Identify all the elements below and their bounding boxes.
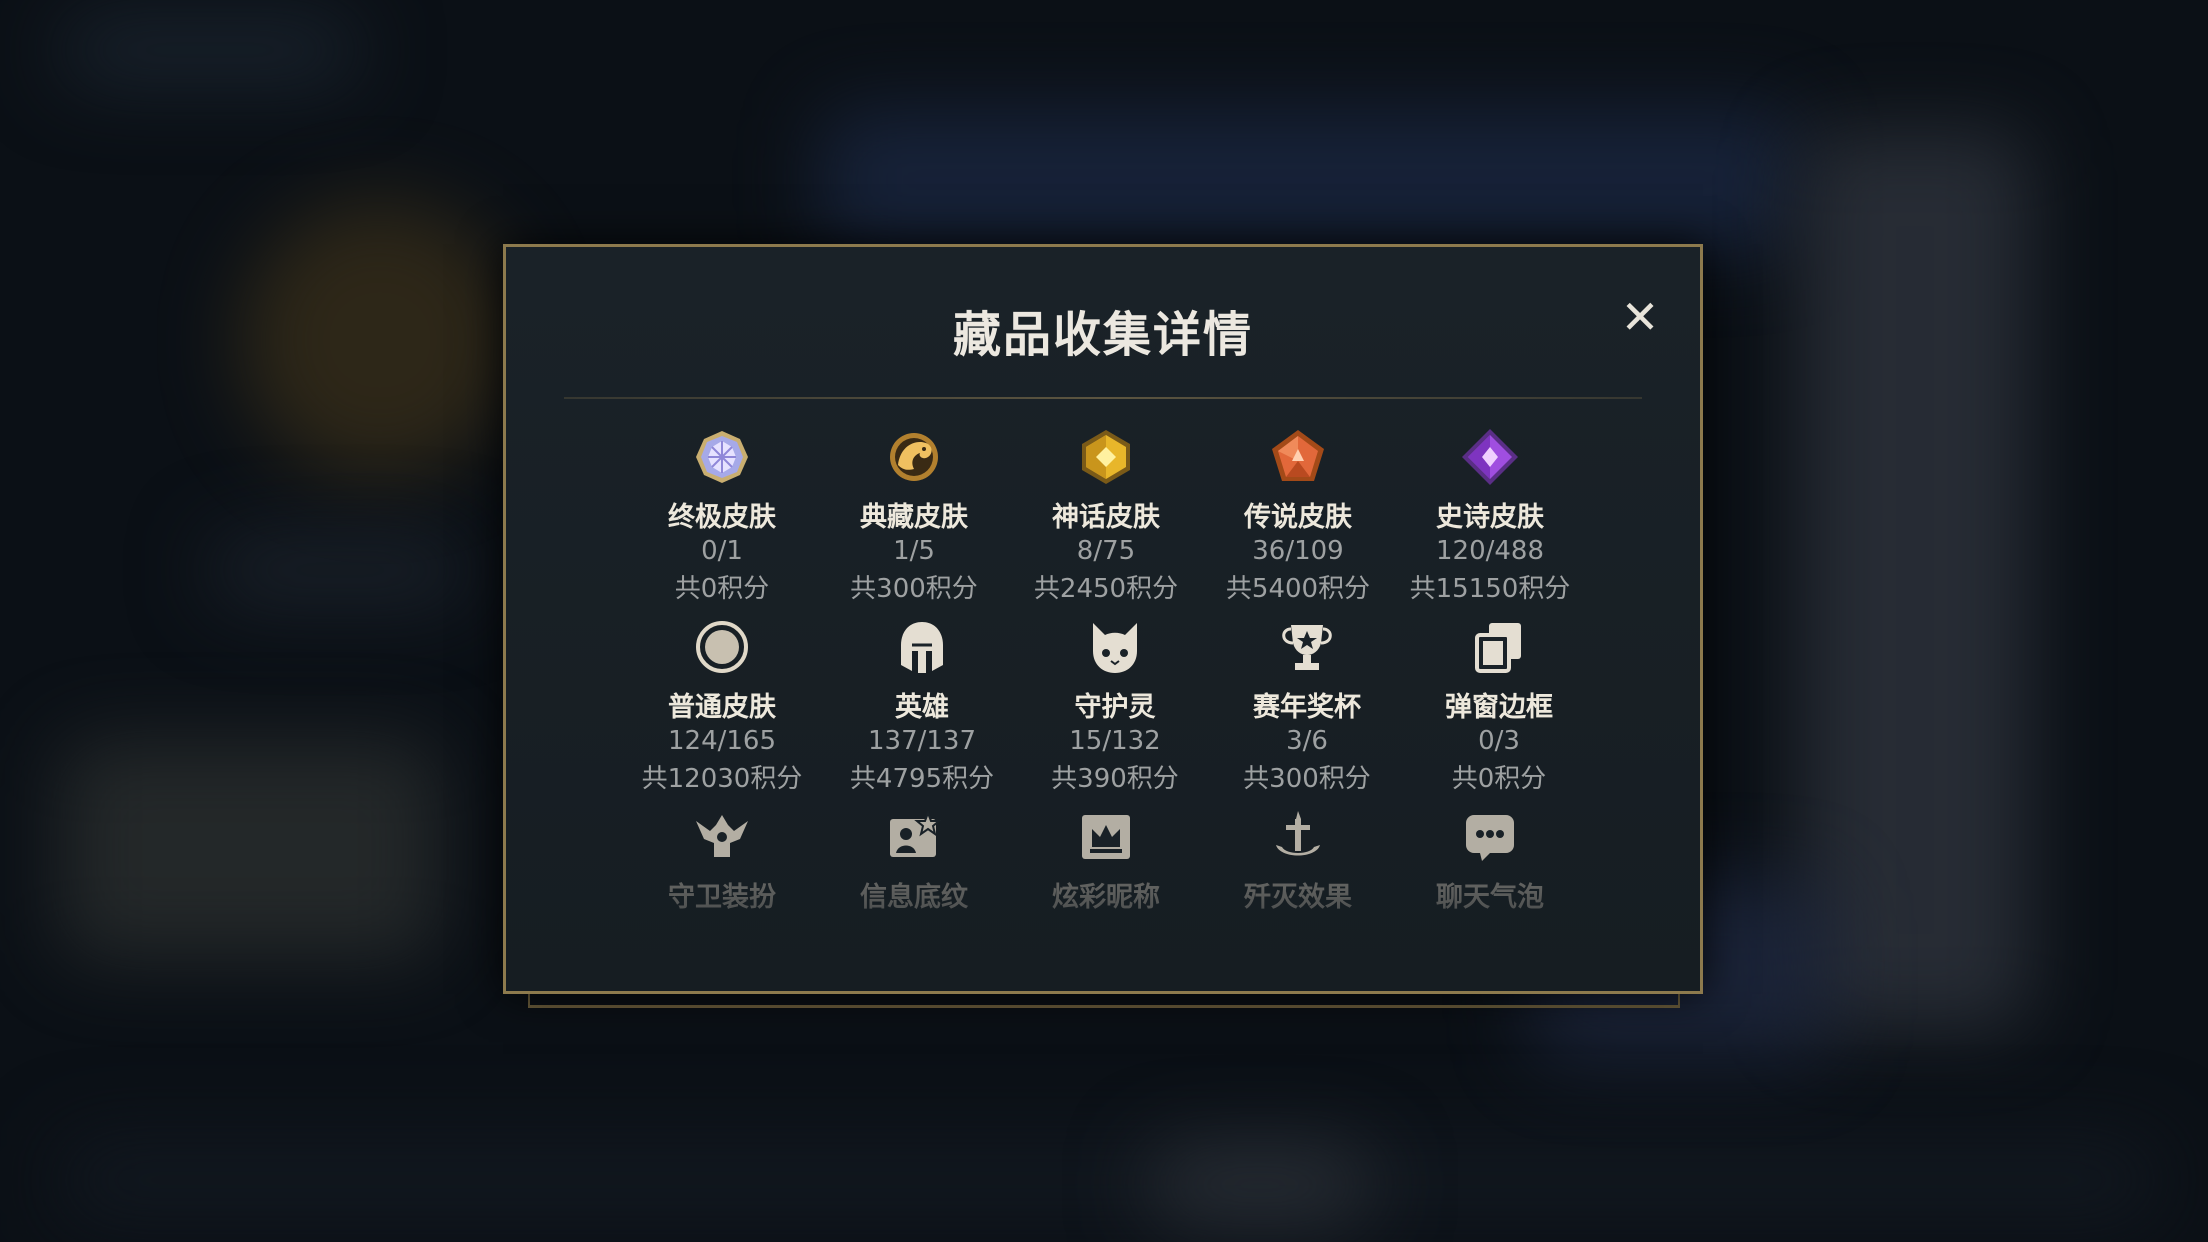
title-divider bbox=[564, 397, 1642, 399]
item-count: 1/5 bbox=[893, 536, 935, 566]
collection-item-colorful-nickname[interactable]: 炫彩昵称 bbox=[1011, 807, 1201, 914]
collector-skin-dragon-icon bbox=[890, 433, 938, 481]
collection-row: 终极皮肤 0/1 共0积分 典藏皮肤 1/5 共300积分 神话皮肤 8/75 … bbox=[506, 427, 1700, 617]
item-label: 聊天气泡 bbox=[1436, 882, 1544, 913]
normal-skin-ring-icon bbox=[696, 621, 748, 673]
item-count: 137/137 bbox=[867, 726, 976, 756]
chat-bubble-icon bbox=[1466, 815, 1514, 861]
collection-row: 普通皮肤 124/165 共12030积分 英雄 137/137 共4795积分 bbox=[506, 617, 1700, 807]
info-pattern-icon bbox=[890, 810, 942, 857]
collection-item-legendary-skin[interactable]: 传说皮肤 36/109 共5400积分 bbox=[1203, 427, 1393, 605]
item-label: 神话皮肤 bbox=[1052, 502, 1160, 533]
item-count: 8/75 bbox=[1076, 536, 1136, 566]
collection-grid: 终极皮肤 0/1 共0积分 典藏皮肤 1/5 共300积分 神话皮肤 8/75 … bbox=[506, 427, 1700, 917]
item-label: 终极皮肤 bbox=[668, 502, 776, 533]
ultimate-skin-gem-icon bbox=[696, 431, 748, 483]
close-icon[interactable]: ✕ bbox=[1618, 294, 1662, 340]
epic-skin-gem-icon bbox=[1462, 429, 1518, 485]
collection-item-normal-skin[interactable]: 普通皮肤 124/165 共12030积分 bbox=[627, 617, 817, 795]
colorful-nickname-icon bbox=[1082, 815, 1130, 859]
item-points: 共2450积分 bbox=[1033, 574, 1179, 604]
item-label: 歼灭效果 bbox=[1244, 882, 1352, 913]
item-label: 典藏皮肤 bbox=[860, 502, 968, 533]
item-points: 共5400积分 bbox=[1225, 574, 1371, 604]
season-trophy-icon bbox=[1282, 625, 1332, 670]
item-count: 3/6 bbox=[1286, 726, 1328, 756]
guardian-outfit-icon bbox=[696, 815, 748, 857]
popup-frame-icon bbox=[1475, 623, 1521, 673]
item-count: 0/3 bbox=[1478, 726, 1520, 756]
item-points: 共0积分 bbox=[1451, 764, 1547, 794]
guardian-spirit-icon bbox=[1093, 623, 1137, 673]
hero-helmet-icon bbox=[901, 622, 943, 673]
mythic-skin-gem-icon bbox=[1082, 430, 1130, 484]
collection-item-info-pattern[interactable]: 信息底纹 bbox=[819, 807, 1009, 914]
item-label: 守卫装扮 bbox=[668, 882, 776, 913]
item-label: 信息底纹 bbox=[860, 882, 968, 913]
item-label: 弹窗边框 bbox=[1445, 692, 1553, 723]
item-points: 共300积分 bbox=[1243, 764, 1371, 794]
item-label: 炫彩昵称 bbox=[1052, 882, 1160, 913]
dialog-title: 藏品收集详情 bbox=[952, 307, 1253, 363]
collection-item-elimination-effect[interactable]: 歼灭效果 bbox=[1203, 807, 1393, 914]
item-count: 124/165 bbox=[667, 726, 776, 756]
collection-item-popup-frame[interactable]: 弹窗边框 0/3 共0积分 bbox=[1404, 617, 1594, 795]
item-points: 共300积分 bbox=[850, 574, 978, 604]
collection-details-dialog: 藏品收集详情 ✕ 终极皮肤 0/1 共0积分 典藏皮肤 1/5 共300积分 神… bbox=[503, 244, 1703, 994]
collection-item-collector-skin[interactable]: 典藏皮肤 1/5 共300积分 bbox=[819, 427, 1009, 605]
item-count: 36/109 bbox=[1252, 536, 1344, 566]
item-label: 赛年奖杯 bbox=[1253, 692, 1361, 723]
collection-item-hero[interactable]: 英雄 137/137 共4795积分 bbox=[827, 617, 1017, 795]
item-points: 共0积分 bbox=[674, 574, 770, 604]
collection-item-season-trophy[interactable]: 赛年奖杯 3/6 共300积分 bbox=[1212, 617, 1402, 795]
collection-row: 守卫装扮 信息底纹 炫彩昵称 歼灭效果 聊天气泡 bbox=[506, 807, 1700, 917]
collection-item-chat-bubble[interactable]: 聊天气泡 bbox=[1395, 807, 1585, 914]
item-points: 共4795积分 bbox=[849, 764, 995, 794]
collection-item-epic-skin[interactable]: 史诗皮肤 120/488 共15150积分 bbox=[1395, 427, 1585, 605]
item-count: 120/488 bbox=[1435, 536, 1544, 566]
item-points: 共15150积分 bbox=[1409, 574, 1571, 604]
collection-item-mythic-skin[interactable]: 神话皮肤 8/75 共2450积分 bbox=[1011, 427, 1201, 605]
collection-item-guardian-spirit[interactable]: 守护灵 15/132 共390积分 bbox=[1020, 617, 1210, 795]
collection-item-guardian-outfit[interactable]: 守卫装扮 bbox=[627, 807, 817, 914]
item-count: 0/1 bbox=[701, 536, 743, 566]
legendary-skin-gem-icon bbox=[1272, 430, 1324, 481]
dialog-base-trim bbox=[528, 994, 1680, 1008]
item-label: 普通皮肤 bbox=[668, 692, 776, 723]
item-count: 15/132 bbox=[1069, 726, 1161, 756]
item-label: 英雄 bbox=[895, 692, 949, 723]
item-label: 史诗皮肤 bbox=[1436, 502, 1544, 533]
elimination-effect-icon bbox=[1276, 811, 1320, 856]
item-points: 共390积分 bbox=[1051, 764, 1179, 794]
item-label: 传说皮肤 bbox=[1244, 502, 1352, 533]
item-label: 守护灵 bbox=[1074, 692, 1156, 723]
collection-item-ultimate-skin[interactable]: 终极皮肤 0/1 共0积分 bbox=[627, 427, 817, 605]
item-points: 共12030积分 bbox=[641, 764, 803, 794]
